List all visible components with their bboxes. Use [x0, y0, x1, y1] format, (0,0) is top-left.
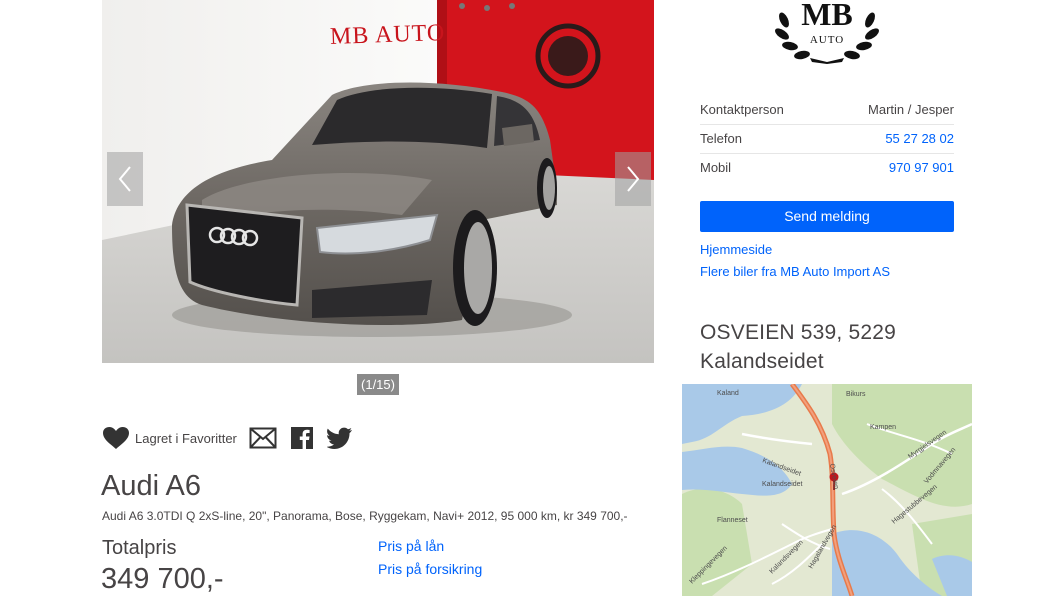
gallery-next-button[interactable]	[615, 152, 651, 206]
facebook-share-button[interactable]	[290, 427, 313, 449]
mail-icon	[249, 427, 277, 449]
mobile-row: Mobil 970 97 901	[700, 154, 954, 183]
favorite-label: Lagret i Favoritter	[135, 430, 237, 446]
loan-price-link[interactable]: Pris på lån	[378, 538, 444, 554]
logo-subtext: AUTO	[809, 34, 845, 46]
contact-person-label: Kontaktperson	[700, 102, 784, 117]
wall-sign-text: MB AUTO	[329, 19, 446, 51]
image-gallery[interactable]: MB AUTO	[102, 0, 654, 363]
map-label: Kaland	[717, 390, 739, 397]
map-label: Kalandseidet	[762, 481, 803, 488]
contact-row: Kontaktperson Martin / Jesper	[700, 96, 954, 125]
contact-table: Kontaktperson Martin / Jesper Telefon 55…	[700, 96, 954, 183]
image-counter: (1/15)	[357, 374, 399, 395]
ad-title: Audi A6	[101, 470, 201, 502]
phone-label: Telefon	[700, 131, 742, 146]
location-map[interactable]: Kaland Bikurs Kalandseidet Kalandseidet …	[682, 384, 972, 596]
chevron-left-icon	[118, 166, 131, 192]
send-message-button[interactable]: Send melding	[700, 201, 954, 232]
phone-row: Telefon 55 27 28 02	[700, 125, 954, 154]
twitter-share-button[interactable]	[326, 427, 353, 449]
mobile-link[interactable]: 970 97 901	[889, 154, 954, 183]
price-value: 349 700,-	[101, 563, 224, 595]
dealer-logo: MB AUTO	[772, 0, 882, 64]
gallery-prev-button[interactable]	[107, 152, 143, 206]
twitter-icon	[326, 427, 352, 449]
facebook-icon	[290, 427, 313, 449]
map-label: Bikurs	[846, 391, 866, 398]
chevron-right-icon	[627, 166, 640, 192]
mobile-label: Mobil	[700, 160, 732, 175]
favorite-button[interactable]: Lagret i Favoritter	[102, 426, 249, 450]
heart-icon	[103, 427, 129, 449]
map-label: Flanneset	[717, 517, 748, 524]
ad-subtitle: Audi A6 3.0TDI Q 2xS-line, 20", Panorama…	[102, 509, 628, 523]
insurance-price-link[interactable]: Pris på forsikring	[378, 561, 482, 577]
wall-sign: MB AUTO	[330, 20, 446, 51]
more-cars-link[interactable]: Flere biler fra MB Auto Import AS	[700, 264, 890, 279]
map-canvas: Kaland Bikurs Kalandseidet Kalandseidet …	[682, 384, 972, 596]
share-row: Lagret i Favoritter	[102, 424, 367, 452]
logo-text: MB	[801, 0, 853, 32]
car-photo	[102, 0, 654, 363]
address-line-2: Kalandseidet	[700, 350, 824, 373]
price-label: Totalpris	[102, 537, 177, 559]
email-share-button[interactable]	[249, 427, 277, 449]
address-line-1: OSVEIEN 539, 5229	[700, 321, 897, 344]
homepage-link[interactable]: Hjemmeside	[700, 242, 772, 257]
phone-link[interactable]: 55 27 28 02	[885, 125, 954, 153]
address: OSVEIEN 539, 5229 Kalandseidet	[700, 318, 980, 376]
map-label: Kampen	[870, 424, 896, 431]
contact-person-value: Martin / Jesper	[868, 102, 954, 117]
